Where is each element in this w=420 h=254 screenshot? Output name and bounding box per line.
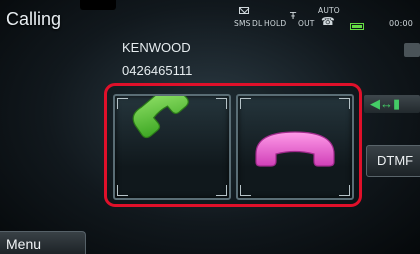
page-title: Calling — [6, 9, 62, 29]
caller-number: 0426465111 — [122, 63, 193, 78]
status-bar: SMS DL HOLD Ŧ OUT AUTO ☎ 00:00 — [234, 6, 420, 36]
dtmf-button[interactable]: DTMF — [366, 145, 420, 177]
handsfree-audio-icon: ◀↔▮ — [370, 96, 401, 111]
handsfree-toggle[interactable]: ◀↔▮ — [364, 95, 420, 113]
phone-screen: Calling SMS DL HOLD Ŧ OUT AUTO ☎ 00:00 K… — [0, 0, 420, 254]
phone-status-icon: ☎ — [321, 15, 335, 28]
menu-label: Menu — [6, 236, 42, 252]
hold-label: HOLD — [264, 19, 287, 28]
hang-up-button[interactable] — [236, 94, 354, 200]
side-tab[interactable] — [404, 43, 420, 57]
sms-icon — [239, 7, 249, 14]
clock: 00:00 — [389, 19, 414, 28]
sms-label: SMS — [234, 19, 251, 28]
answer-call-button[interactable] — [113, 94, 231, 200]
auto-label: AUTO — [318, 6, 340, 15]
menu-button[interactable]: Menu — [0, 231, 86, 254]
top-notch — [80, 0, 116, 10]
caller-name: KENWOOD — [122, 40, 191, 55]
phone-answer-icon — [132, 96, 189, 139]
signal-label: OUT — [298, 19, 315, 28]
signal-icon: Ŧ — [290, 11, 297, 22]
phone-hangup-icon — [255, 131, 335, 167]
battery-icon — [350, 23, 364, 30]
dl-label: DL — [252, 19, 263, 28]
